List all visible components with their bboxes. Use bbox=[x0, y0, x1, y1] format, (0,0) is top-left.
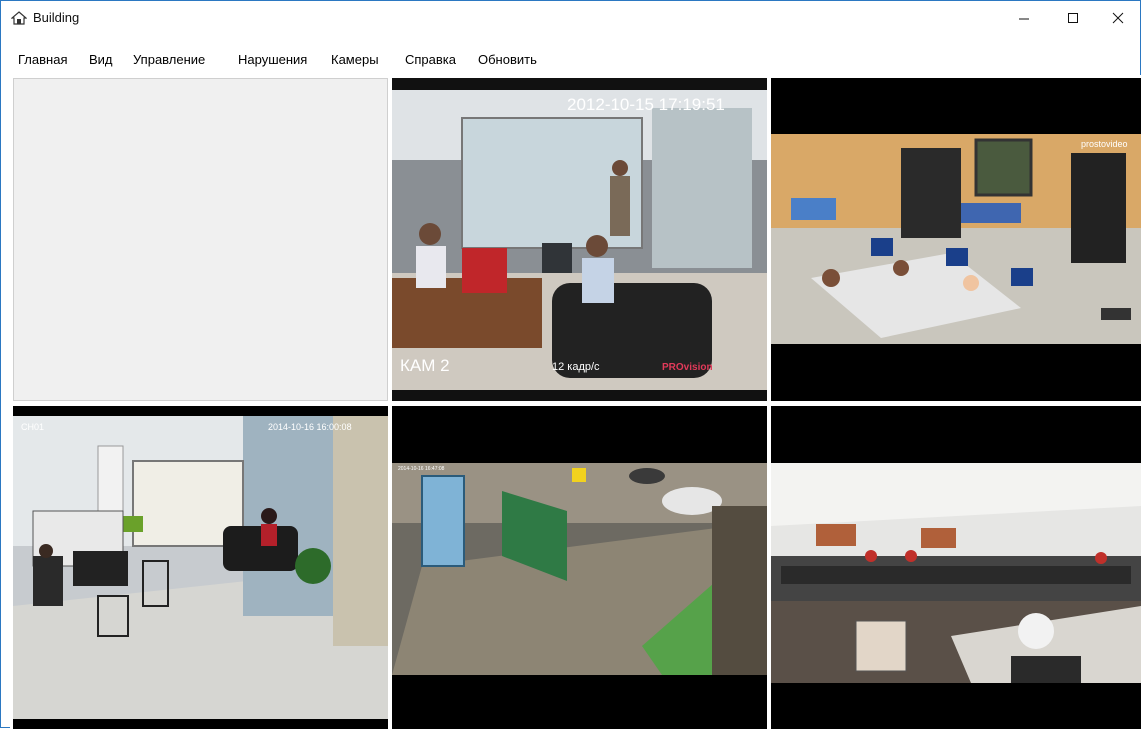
minimize-button[interactable] bbox=[1001, 1, 1047, 35]
camera-3-logo-text: prostovideo bbox=[1081, 139, 1128, 149]
menu-cameras[interactable]: Камеры bbox=[331, 52, 379, 67]
app-window: Building Главная Вид Управление Нарушени… bbox=[0, 0, 1141, 729]
menu-view[interactable]: Вид bbox=[89, 52, 113, 67]
menu-bar: Главная Вид Управление Нарушения Камеры … bbox=[1, 46, 1140, 74]
camera-slot-3[interactable]: prostovideo bbox=[771, 78, 1141, 401]
camera-5-timestamp: 2014-10-16 16:47:08 bbox=[398, 466, 445, 472]
camera-feed-office bbox=[392, 78, 767, 401]
maximize-button[interactable] bbox=[1050, 1, 1096, 35]
camera-2-fps: 12 кадр/с bbox=[552, 361, 600, 373]
menu-help[interactable]: Справка bbox=[405, 52, 456, 67]
camera-2-timestamp: 2012-10-15 17:19:51 bbox=[567, 95, 725, 114]
menu-main[interactable]: Главная bbox=[18, 52, 67, 67]
camera-slot-4[interactable]: CH01 2014-10-16 16:00:08 bbox=[13, 406, 388, 729]
window-title: Building bbox=[33, 10, 80, 25]
maximize-icon bbox=[1068, 13, 1078, 23]
camera-slot-empty[interactable] bbox=[13, 78, 388, 401]
menu-violations[interactable]: Нарушения bbox=[238, 52, 307, 67]
close-icon bbox=[1112, 12, 1124, 24]
minimize-icon bbox=[1019, 18, 1029, 20]
camera-4-channel: CH01 bbox=[21, 422, 45, 432]
menu-refresh[interactable]: Обновить bbox=[478, 52, 537, 67]
camera-grid: 2012-10-15 17:19:51 КАМ 2 12 кадр/с PROv… bbox=[10, 75, 1141, 729]
title-bar[interactable]: Building bbox=[1, 1, 1140, 35]
camera-slot-6[interactable] bbox=[771, 406, 1141, 729]
camera-feed-workroom bbox=[771, 78, 1141, 401]
building-app-icon bbox=[10, 11, 28, 25]
camera-feed-open-space bbox=[771, 406, 1141, 729]
camera-slot-2[interactable]: 2012-10-15 17:19:51 КАМ 2 12 кадр/с PROv… bbox=[392, 78, 767, 401]
camera-feed-reception bbox=[13, 406, 388, 729]
camera-slot-5[interactable]: 2014-10-16 16:47:08 bbox=[392, 406, 767, 729]
close-button[interactable] bbox=[1095, 1, 1141, 35]
camera-4-timestamp: 2014-10-16 16:00:08 bbox=[268, 422, 352, 432]
menu-management[interactable]: Управление bbox=[133, 52, 205, 67]
camera-feed-courtyard bbox=[392, 406, 767, 729]
camera-2-name: КАМ 2 bbox=[400, 356, 450, 375]
camera-2-brand: PROvision bbox=[662, 362, 713, 373]
